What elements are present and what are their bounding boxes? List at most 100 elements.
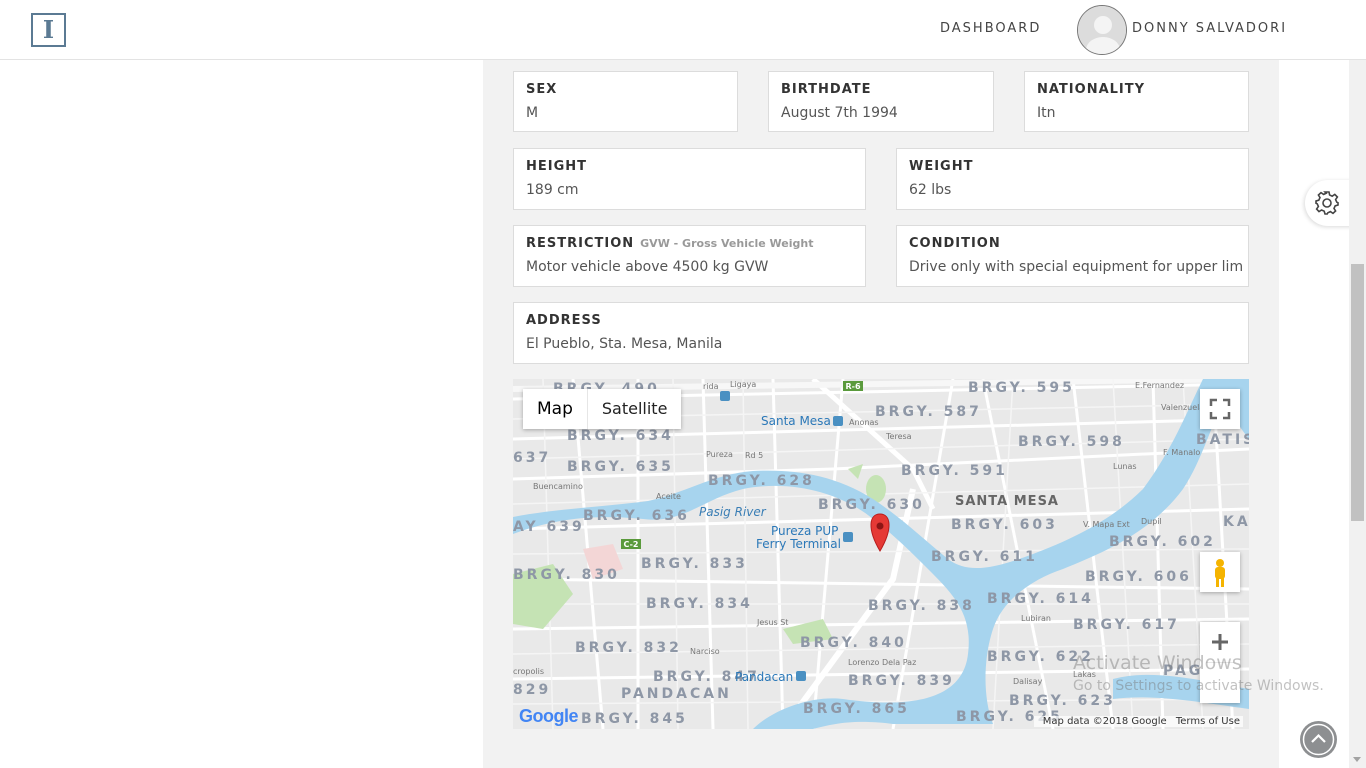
restriction-field: RESTRICTION GVW - Gross Vehicle Weight Mo… [513, 225, 866, 287]
restriction-value: Motor vehicle above 4500 kg GVW [526, 259, 769, 275]
nationality-field: NATIONALITY Itn [1024, 71, 1249, 132]
sex-value: M [526, 105, 539, 121]
nationality-label: NATIONALITY [1037, 82, 1146, 97]
svg-text:Buencamino: Buencamino [533, 482, 583, 491]
svg-text:Google: Google [519, 706, 578, 726]
restriction-label: RESTRICTION GVW - Gross Vehicle Weight [526, 236, 813, 251]
top-navbar: I DASHBOARD DONNY SALVADORI [0, 0, 1366, 60]
chevron-up-icon [1302, 723, 1335, 756]
svg-text:BRGY. 591: BRGY. 591 [901, 463, 1008, 479]
watermark-subtitle: Go to Settings to activate Windows. [1073, 678, 1324, 694]
gear-icon [1315, 191, 1339, 215]
user-avatar[interactable] [1077, 5, 1127, 55]
nav-dashboard-link[interactable]: DASHBOARD [940, 21, 1041, 36]
svg-text:rida: rida [703, 382, 719, 391]
weight-label: WEIGHT [909, 159, 974, 174]
scrollbar-thumb[interactable] [1351, 264, 1364, 521]
svg-text:F. Manalo: F. Manalo [1163, 448, 1200, 457]
svg-text:Santa Mesa: Santa Mesa [761, 414, 831, 428]
svg-text:Ferry Terminal: Ferry Terminal [756, 537, 841, 551]
svg-text:Dalisay: Dalisay [1013, 677, 1043, 686]
svg-text:BRGY. 630: BRGY. 630 [818, 497, 925, 513]
svg-text:BRGY. 634: BRGY. 634 [567, 428, 674, 444]
svg-text:BRGY. 623: BRGY. 623 [1009, 693, 1116, 709]
windows-activation-watermark: Activate Windows Go to Settings to activ… [1073, 652, 1324, 694]
svg-text:BRGY. 587: BRGY. 587 [875, 404, 982, 420]
height-label: HEIGHT [526, 159, 588, 174]
svg-text:BRGY. 865: BRGY. 865 [803, 701, 910, 717]
svg-text:BRGY. 603: BRGY. 603 [951, 517, 1058, 533]
scroll-down-arrow-icon[interactable] [1353, 757, 1361, 762]
fullscreen-button[interactable] [1200, 389, 1240, 429]
app-logo[interactable]: I [31, 13, 66, 47]
svg-text:Lubiran: Lubiran [1021, 614, 1051, 623]
condition-label: CONDITION [909, 236, 1001, 251]
svg-text:BRGY. 833: BRGY. 833 [641, 556, 748, 572]
birthdate-field: BIRTHDATE August 7th 1994 [768, 71, 994, 132]
fullscreen-icon [1209, 398, 1231, 420]
watermark-title: Activate Windows [1073, 652, 1242, 674]
weight-field: WEIGHT 62 lbs [896, 148, 1249, 210]
terms-of-use-link[interactable]: Terms of Use [1176, 716, 1240, 727]
svg-text:BRGY. 830: BRGY. 830 [513, 567, 620, 583]
height-field: HEIGHT 189 cm [513, 148, 866, 210]
santa-mesa-district-label: SANTA MESA [955, 494, 1059, 509]
svg-text:Anonas: Anonas [849, 418, 879, 427]
svg-text:Teresa: Teresa [885, 432, 912, 441]
svg-text:Lunas: Lunas [1113, 462, 1137, 471]
svg-text:PANDACAN: PANDACAN [621, 686, 732, 702]
user-name-menu[interactable]: DONNY SALVADORI [1132, 21, 1287, 36]
condition-value: Drive only with special equipment for up… [909, 259, 1244, 275]
svg-text:BRGY. 840: BRGY. 840 [800, 635, 907, 651]
svg-text:829: 829 [513, 682, 551, 698]
svg-text:BRGY. 602: BRGY. 602 [1109, 534, 1216, 550]
address-value: El Pueblo, Sta. Mesa, Manila [526, 336, 723, 352]
svg-text:BATIS: BATIS [1196, 432, 1249, 448]
address-label: ADDRESS [526, 313, 602, 328]
svg-text:BRGY. 839: BRGY. 839 [848, 673, 955, 689]
svg-text:BRGY. 598: BRGY. 598 [1018, 434, 1125, 450]
map-data-credit: Map data ©2018 Google [1042, 716, 1167, 727]
route-r6-label: R-6 [845, 382, 860, 391]
svg-text:BRGY. 595: BRGY. 595 [968, 380, 1075, 396]
pegman-icon [1215, 559, 1225, 587]
svg-text:BRGY. 845: BRGY. 845 [581, 711, 688, 727]
svg-text:Rd 5: Rd 5 [745, 451, 763, 460]
scroll-to-top-button[interactable] [1300, 721, 1337, 758]
svg-text:Narciso: Narciso [690, 647, 720, 656]
sex-label: SEX [526, 82, 558, 97]
map-attribution: Map data ©2018 Google Terms of Use [1033, 716, 1243, 727]
svg-text:BRGY. 832: BRGY. 832 [575, 640, 682, 656]
svg-text:Lorenzo Dela Paz: Lorenzo Dela Paz [848, 658, 916, 667]
svg-text:E.Fernandez: E.Fernandez [1135, 381, 1184, 390]
svg-text:V. Mapa Ext: V. Mapa Ext [1083, 520, 1130, 529]
street-view-pegman-button[interactable] [1200, 552, 1240, 592]
svg-text:KA: KA [1223, 514, 1249, 530]
svg-text:BRGY. 636: BRGY. 636 [583, 508, 690, 524]
svg-text:Pureza: Pureza [706, 450, 733, 459]
svg-text:BRGY. 606: BRGY. 606 [1085, 569, 1192, 585]
svg-text:BRGY. 635: BRGY. 635 [567, 459, 674, 475]
avatar-silhouette-icon [1078, 6, 1126, 54]
svg-text:Pandacan: Pandacan [735, 670, 793, 684]
svg-text:BRGY. 834: BRGY. 834 [646, 596, 753, 612]
address-field: ADDRESS El Pueblo, Sta. Mesa, Manila [513, 302, 1249, 364]
sex-field: SEX M [513, 71, 738, 132]
map-type-control: Map Satellite [523, 389, 682, 429]
condition-field: CONDITION Drive only with special equipm… [896, 225, 1249, 287]
height-value: 189 cm [526, 182, 579, 198]
google-wordmark-icon: Google [519, 706, 579, 726]
map-type-satellite-button[interactable]: Satellite [588, 389, 682, 429]
svg-text:BRGY. 614: BRGY. 614 [987, 591, 1094, 607]
birthdate-label: BIRTHDATE [781, 82, 872, 97]
route-c2-label: C-2 [624, 540, 639, 549]
svg-text:BRGY. 838: BRGY. 838 [868, 598, 975, 614]
svg-text:Jesus St: Jesus St [756, 618, 788, 627]
svg-text:BRGY. 628: BRGY. 628 [708, 473, 815, 489]
svg-text:Dupil: Dupil [1141, 517, 1162, 526]
svg-text:BRGY. 611: BRGY. 611 [931, 549, 1038, 565]
map-type-map-button[interactable]: Map [523, 389, 587, 429]
svg-text:cropolis: cropolis [513, 667, 544, 676]
svg-text:Ligaya: Ligaya [730, 380, 756, 389]
svg-text:AY 639: AY 639 [513, 519, 585, 535]
